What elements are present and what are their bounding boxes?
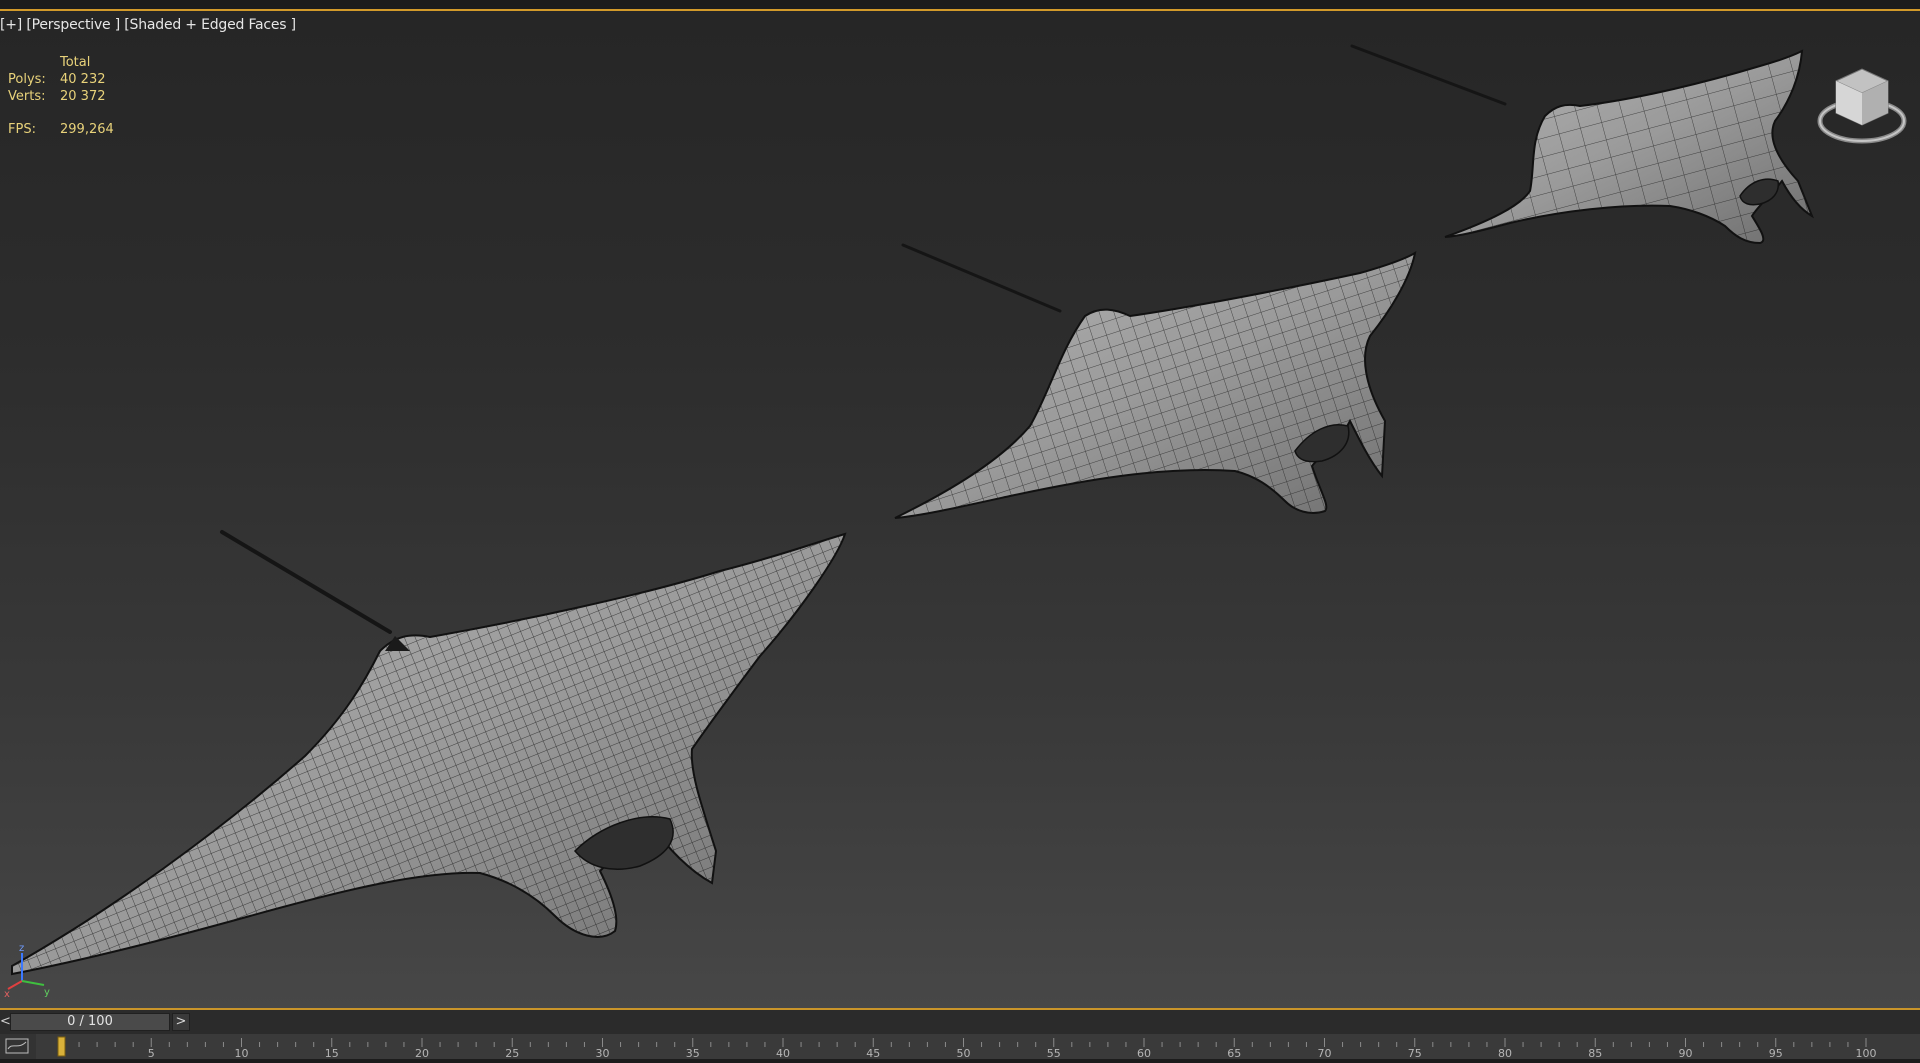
trackbar-tick-label: 65 bbox=[1227, 1047, 1241, 1059]
trackbar-ruler[interactable]: 5 10 15 20 25 30 35 40 45 50 55 60 65 70 75 80 85 90 95 100 bbox=[0, 1034, 1920, 1059]
viewcube-icon[interactable] bbox=[1814, 51, 1910, 147]
trackbar-tick-label: 60 bbox=[1137, 1047, 1151, 1059]
trackbar-tick-label: 75 bbox=[1408, 1047, 1422, 1059]
trackbar-tick-label: 40 bbox=[776, 1047, 790, 1059]
trackbar-tick-label: 45 bbox=[866, 1047, 880, 1059]
axis-z-label: z bbox=[19, 943, 24, 954]
trackbar-tick-label: 80 bbox=[1498, 1047, 1512, 1059]
scene-canvas[interactable] bbox=[0, 11, 1920, 1010]
trackbar-tick-label: 20 bbox=[415, 1047, 429, 1059]
trackbar-tick-label: 5 bbox=[148, 1047, 155, 1059]
trackbar-tick-label: 95 bbox=[1769, 1047, 1783, 1059]
manta-ray-large[interactable] bbox=[11, 530, 847, 976]
trackbar-tick-label: 35 bbox=[686, 1047, 700, 1059]
trackbar-tick-label: 90 bbox=[1679, 1047, 1693, 1059]
trackbar-tick-label: 55 bbox=[1047, 1047, 1061, 1059]
axis-tripod-icon: z x y bbox=[4, 943, 50, 999]
trackbar-tick-label: 30 bbox=[596, 1047, 610, 1059]
trackbar-tick-label: 85 bbox=[1588, 1047, 1602, 1059]
trackbar-tick-label: 10 bbox=[235, 1047, 249, 1059]
trackbar[interactable]: 5 10 15 20 25 30 35 40 45 50 55 60 65 70 75 80 85 90 95 100 bbox=[0, 1034, 1920, 1059]
manta-ray-medium[interactable] bbox=[894, 243, 1417, 519]
time-slider-bar: < 0 / 100 > bbox=[0, 1010, 1920, 1034]
trackbar-tick-label: 50 bbox=[957, 1047, 971, 1059]
time-slider-prev-button[interactable]: < bbox=[0, 1013, 11, 1031]
manta-ray-small[interactable] bbox=[1350, 44, 1815, 245]
axis-x-label: x bbox=[4, 989, 10, 999]
trackbar-tick-label: 70 bbox=[1318, 1047, 1332, 1059]
time-slider-next-button[interactable]: > bbox=[172, 1013, 190, 1031]
trackbar-tick-label: 25 bbox=[505, 1047, 519, 1059]
axis-y-label: y bbox=[44, 987, 50, 998]
trackbar-tick-label: 15 bbox=[325, 1047, 339, 1059]
current-frame-marker[interactable] bbox=[57, 1036, 66, 1057]
trackbar-tick-label: 100 bbox=[1856, 1047, 1877, 1059]
time-slider[interactable]: 0 / 100 bbox=[10, 1013, 170, 1031]
perspective-viewport[interactable]: [+] [Perspective ] [Shaded + Edged Faces… bbox=[0, 9, 1920, 1010]
